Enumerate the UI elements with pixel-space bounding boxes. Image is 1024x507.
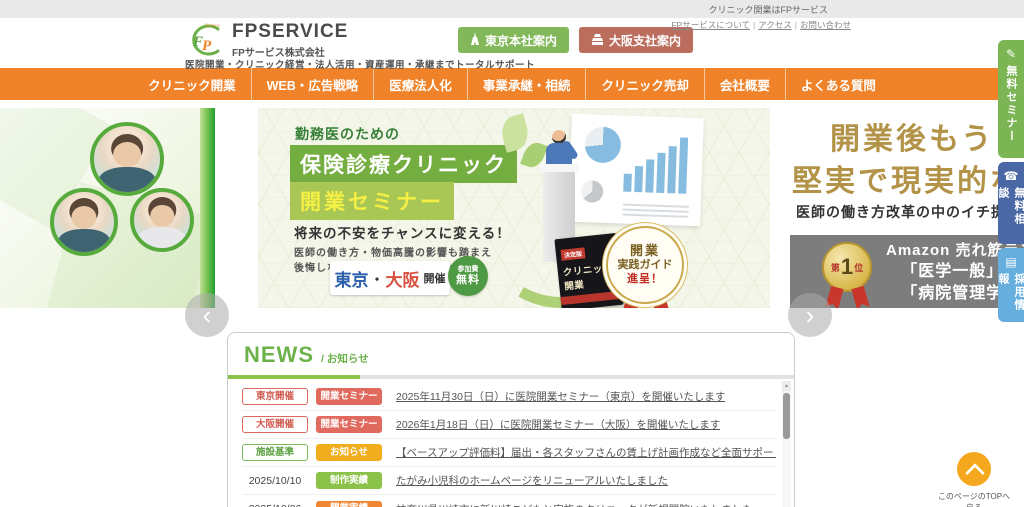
scrollbar-up-icon[interactable]: ▲ <box>782 381 791 391</box>
pie-chart-icon <box>580 180 604 203</box>
chevron-up-icon <box>957 452 991 486</box>
fee-badge: 参加費 無料 <box>448 256 488 296</box>
page: クリニック開業はFPサービス F P Service FPSERVICE FPサ… <box>0 0 1024 507</box>
gold-headline-1: 開業後もうまくいく <box>830 123 1024 156</box>
doctor-photo <box>130 188 194 252</box>
tab-free-consultation[interactable]: ☎ 無料相談 <box>997 162 1024 244</box>
news-link[interactable]: 【ベースアップ評価料】届出・各スタッフさんの賃上げ計画作成など全面サポートします <box>396 445 776 460</box>
tokyo-office-button[interactable]: 東京本社案内 <box>458 27 570 53</box>
main-nav: クリニック開業 WEB・広告戦略 医療法人化 事業承継・相続 クリニック売却 会… <box>0 68 1024 100</box>
news-tag-category: お知らせ <box>316 444 382 461</box>
city-osaka: 大阪 <box>385 270 420 290</box>
site-header: F P Service FPSERVICE FPサービス株式会社 医院開業・クリ… <box>0 18 1024 71</box>
news-link[interactable]: 2026年1月18日（日）に医院開業セミナー（大阪）を開催いたします <box>396 417 720 432</box>
gold-headline-2: 堅実で現実的な医院 <box>792 165 1024 198</box>
svg-text:P: P <box>202 38 212 54</box>
news-tag-category: 開業セミナー <box>316 416 382 433</box>
nav-item-medical-corp[interactable]: 医療法人化 <box>373 68 467 100</box>
amazon-rank-band: 第 1 位 Amazon 売れ筋ラン 「医学一般」部 「病院管理学」 <box>790 235 1024 308</box>
news-tag-category: 開業実績 <box>316 500 382 507</box>
back-to-top-button[interactable]: このページのTOPへ戻る <box>936 452 1012 507</box>
osaka-castle-icon <box>591 32 604 48</box>
news-list: 東京開催 開業セミナー 2025年11月30日（日）に医院開業セミナー（東京）を… <box>228 379 794 507</box>
nav-item-clinic-opening[interactable]: クリニック開業 <box>133 68 251 100</box>
medal-ribbon <box>851 286 869 308</box>
news-title: NEWS <box>244 342 314 367</box>
link-about[interactable]: FPサービスについて <box>671 20 750 30</box>
slide-green-edge <box>200 108 215 308</box>
logo-text: FPSERVICE FPサービス株式会社 <box>232 22 348 59</box>
gift-badge: 開業 実践ガイド 進呈！ <box>606 226 684 304</box>
link-access[interactable]: アクセス <box>758 20 792 30</box>
news-link[interactable]: 2025年11月30日（日）に医院開業セミナー（東京）を開催いたします <box>396 389 725 404</box>
slide-doctors-intro[interactable]: ご紹介ページはこちら › <box>0 108 215 308</box>
carousel-prev-button[interactable]: ‹ <box>185 293 229 337</box>
document-icon: ▤ <box>1005 255 1017 269</box>
tab-free-seminar[interactable]: ✎ 無料セミナー <box>998 40 1024 158</box>
sub-headline: 医師の働き方改革の中のイチ提言！ <box>796 204 1024 220</box>
link-contact[interactable]: お問い合わせ <box>800 20 851 30</box>
pie-chart-icon <box>584 126 622 164</box>
news-row: 2025/10/10 制作実績 たがみ小児科のホームページをリニューアルいたしま… <box>242 467 776 495</box>
news-row: 東京開催 開業セミナー 2025年11月30日（日）に医院開業セミナー（東京）を… <box>242 383 776 411</box>
scrollbar-thumb[interactable] <box>783 393 790 439</box>
news-row: 2025/10/06 開業実績 神奈川県川崎市に新川崎こどもと家族のクリニックが… <box>242 495 776 507</box>
news-row: 施設基準 お知らせ 【ベースアップ評価料】届出・各スタッフさんの賃上げ計画作成な… <box>242 439 776 467</box>
header-tagline: 医院開業・クリニック経営・法人活用・資産運用・承継までトータルサポート <box>185 60 536 71</box>
nav-item-faq[interactable]: よくある質問 <box>784 68 891 100</box>
news-section: NEWS / お知らせ 東京開催 開業セミナー 2025年11月30日（日）に医… <box>227 332 795 507</box>
news-tag-location: 施設基準 <box>242 444 308 461</box>
slide-book-promo[interactable]: 開業後もうまくいく 堅実で現実的な医院 医師の働き方改革の中のイチ提言！ 第 1… <box>790 108 1024 308</box>
carousel-next-button[interactable]: › <box>788 293 832 337</box>
utility-bar: クリニック開業はFPサービス <box>0 0 1024 18</box>
nav-item-company[interactable]: 会社概要 <box>703 68 785 100</box>
tokyo-tower-icon <box>470 31 480 49</box>
news-link[interactable]: 神奈川県川崎市に新川崎こどもと家族のクリニックが新規開院いたしました <box>396 502 753 507</box>
news-scrollbar[interactable]: ▲ <box>782 381 791 507</box>
bar-chart-icon <box>623 130 691 194</box>
logo-name-en: FPSERVICE <box>232 20 349 42</box>
svg-text:Service: Service <box>205 24 220 29</box>
office-buttons: 東京本社案内 大阪支社案内 <box>458 27 694 53</box>
header-links: FPサービスについて | アクセス | お問い合わせ <box>671 20 851 30</box>
site-logo[interactable]: F P Service FPSERVICE FPサービス株式会社 <box>185 21 348 59</box>
back-to-top-label: このページのTOPへ戻る <box>937 492 1011 507</box>
nav-item-succession[interactable]: 事業承継・相続 <box>466 68 586 100</box>
seminar-title-2: 開業セミナー <box>290 182 454 220</box>
news-date: 2025/10/06 <box>242 503 308 507</box>
news-tag-category: 制作実績 <box>316 472 382 489</box>
nav-item-web-ad[interactable]: WEB・広告戦略 <box>250 68 374 100</box>
city-kaisai: 開催 <box>423 273 446 285</box>
pencil-icon: ✎ <box>1005 47 1017 61</box>
tab-recruit-info[interactable]: ▤ 採用情報 <box>997 248 1024 322</box>
news-row: 大阪開催 開業セミナー 2026年1月18日（日）に医院開業セミナー（大阪）を開… <box>242 411 776 439</box>
news-tag-location: 東京開催 <box>242 388 308 405</box>
news-link[interactable]: たがみ小児科のホームページをリニューアルいたしました <box>396 473 668 488</box>
first-place-medal-icon: 第 1 位 <box>822 242 872 292</box>
seminar-city-box: 東京 ・ 大阪 開催 <box>330 261 450 295</box>
news-subtitle: / お知らせ <box>321 353 369 365</box>
text-lines-decor <box>622 201 689 218</box>
seminar-title-1: 保険診療クリニック <box>290 145 517 183</box>
nav-item-clinic-sale[interactable]: クリニック売却 <box>585 68 704 100</box>
seminar-lead: 勤務医のための <box>295 126 400 142</box>
hero-carousel: ご紹介ページはこちら › 勤務医のための 保険診療クリニック 開業セミナー 将来… <box>0 108 1024 337</box>
city-tokyo: 東京 <box>334 270 369 290</box>
slide-seminar[interactable]: 勤務医のための 保険診療クリニック 開業セミナー 将来の不安をチャンスに変える！… <box>258 108 770 308</box>
presentation-board-illustration <box>568 113 704 227</box>
news-tag-category: 開業セミナー <box>316 388 382 405</box>
fp-logo-icon: F P Service <box>185 21 225 59</box>
side-tabs: ✎ 無料セミナー ☎ 無料相談 ▤ 採用情報 <box>997 40 1024 326</box>
news-tag-location: 大阪開催 <box>242 416 308 433</box>
news-date: 2025/10/10 <box>248 474 302 487</box>
phone-icon: ☎ <box>1003 169 1019 183</box>
catchphrase: クリニック開業はFPサービス <box>708 4 828 15</box>
doctor-photo <box>90 122 164 196</box>
doctor-photo <box>50 188 118 256</box>
news-header: NEWS / お知らせ <box>228 333 794 375</box>
